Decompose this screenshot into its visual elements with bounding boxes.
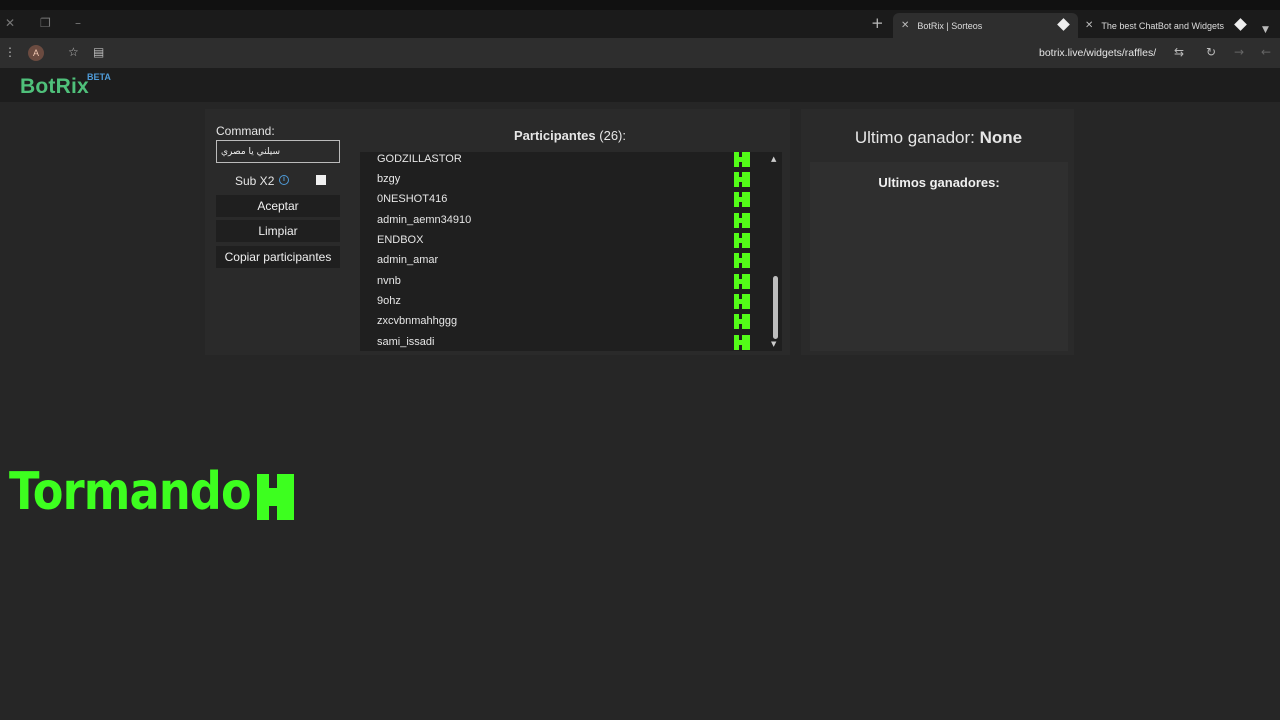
sub-x2-label: Sub X2 (235, 174, 275, 188)
list-item: admin_aemn34910 (360, 211, 760, 231)
tab-label: The best ChatBot and Widgets (1101, 20, 1224, 31)
close-tab-icon[interactable]: ✕ (901, 20, 909, 31)
tab-favicon-icon (1234, 18, 1247, 31)
command-label: Command: (216, 124, 275, 138)
participant-name: admin_aemn34910 (377, 214, 472, 226)
kick-icon (734, 314, 750, 329)
kick-icon (734, 335, 750, 350)
kick-icon (734, 172, 750, 187)
tab-botrix-sorteos[interactable]: ✕ BotRix | Sorteos (893, 13, 1078, 38)
kick-icon (734, 213, 750, 228)
last-winner-value: None (979, 128, 1023, 147)
reading-list-icon[interactable]: ▤ (93, 45, 104, 59)
window-top-strip (0, 0, 1280, 10)
list-item: 0NESHOT416 (360, 190, 760, 210)
tab-favicon-icon (1057, 18, 1070, 31)
command-input[interactable] (216, 140, 340, 163)
participant-name: 0NESHOT416 (377, 193, 448, 205)
participant-name: GODZILLASTOR (377, 153, 462, 165)
close-tab-icon[interactable]: ✕ (1085, 20, 1093, 31)
participants-count: (26): (599, 128, 626, 143)
reload-icon[interactable]: ↻ (1206, 45, 1216, 59)
kick-icon (734, 253, 750, 268)
list-item: bzgy (360, 170, 760, 190)
copy-participants-button[interactable]: Copiar participantes (216, 246, 340, 268)
list-item: 9ohz (360, 292, 760, 312)
participants-title: Participantes (26): (360, 128, 780, 143)
bookmark-star-icon[interactable]: ☆ (68, 45, 79, 59)
participant-name: nvnb (377, 275, 401, 287)
beta-badge: BETA (87, 72, 111, 82)
participant-name: bzgy (377, 173, 401, 185)
participants-title-text: Participantes (513, 128, 596, 143)
tab-best-chatbot[interactable]: ✕ The best ChatBot and Widgets (1080, 13, 1255, 38)
back-arrow-icon[interactable]: ← (1261, 45, 1271, 59)
kick-icon (734, 274, 750, 289)
tab-search-chevron-icon[interactable]: ▼ (1262, 25, 1269, 35)
list-item: nvnb (360, 272, 760, 292)
winners-history-title: Ultimos ganadores: (878, 175, 1000, 190)
list-item: zxcvbnmahhggg (360, 312, 760, 332)
overlay-caption: Tormando (9, 462, 252, 522)
kick-icon (734, 192, 750, 207)
scroll-up-arrow-icon[interactable]: ▲ (771, 155, 776, 163)
close-window-icon[interactable]: ✕ (5, 16, 15, 30)
address-bar: ⋮ A ☆ ▤ botrix.live/widgets/raffles/ ⇆ ↻… (0, 38, 1280, 68)
profile-avatar[interactable]: A (28, 45, 44, 61)
scrollbar-thumb[interactable] (773, 276, 778, 339)
list-item: ENDBOX (360, 231, 760, 251)
list-item: GODZILLASTOR (360, 152, 760, 170)
site-settings-icon[interactable]: ⇆ (1174, 45, 1184, 59)
accept-button[interactable]: Aceptar (216, 195, 340, 217)
clear-button[interactable]: Limpiar (216, 220, 340, 242)
participant-name: sami_issadi (377, 336, 435, 348)
participant-name: zxcvbnmahhggg (377, 315, 458, 327)
site-header: BotRix BETA (0, 68, 1280, 102)
forward-arrow-icon[interactable]: → (1234, 45, 1244, 59)
list-item: sami_issadi (360, 333, 760, 351)
participant-name: admin_amar (377, 254, 439, 266)
restore-window-icon[interactable]: ❐ (40, 16, 51, 30)
new-tab-icon[interactable]: + (871, 14, 884, 32)
minimize-window-icon[interactable]: – (75, 16, 81, 30)
participants-list[interactable]: GODZILLASTOR bzgy 0NESHOT416 admin_aemn3… (360, 152, 770, 351)
kick-icon (734, 294, 750, 309)
browser-tab-bar: ✕ ❐ – + ✕ BotRix | Sorteos ✕ The best Ch… (0, 10, 1280, 38)
list-item: admin_amar (360, 251, 760, 271)
kick-icon (734, 233, 750, 248)
participant-name: ENDBOX (377, 234, 424, 246)
kick-icon (734, 152, 750, 167)
scroll-down-arrow-icon[interactable]: ▼ (771, 340, 776, 348)
info-icon[interactable]: i (279, 175, 289, 185)
last-winner-label: Ultimo ganador: (854, 128, 975, 147)
tab-label: BotRix | Sorteos (917, 20, 983, 31)
participant-name: 9ohz (377, 295, 401, 307)
kick-logo-icon (257, 474, 294, 520)
sub-x2-checkbox[interactable] (316, 175, 326, 185)
winners-history-box: Ultimos ganadores: (810, 162, 1068, 351)
menu-kebab-icon[interactable]: ⋮ (4, 45, 16, 59)
botrix-logo[interactable]: BotRix (20, 75, 89, 99)
last-winner: Ultimo ganador: None (810, 128, 1067, 148)
url-field[interactable]: botrix.live/widgets/raffles/ (1039, 47, 1156, 59)
